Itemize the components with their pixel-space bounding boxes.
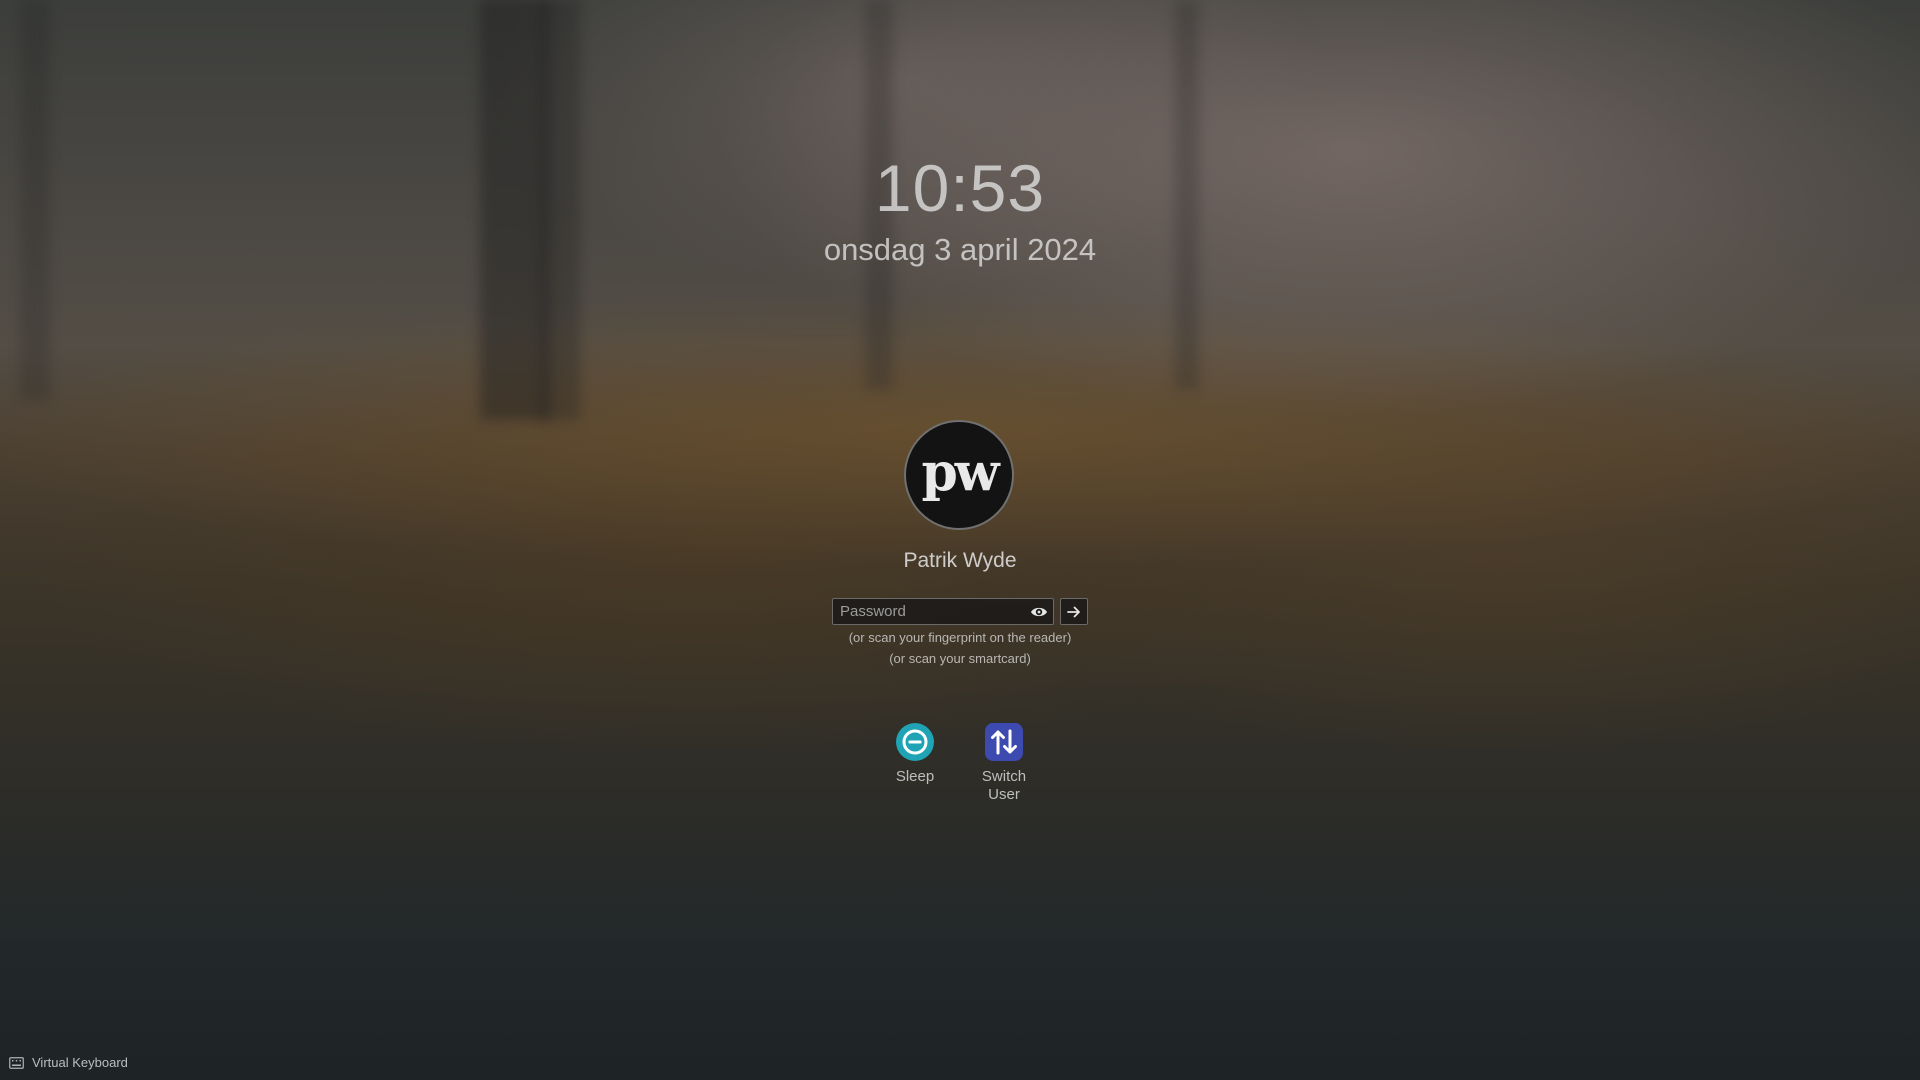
lock-screen: 10:53 onsdag 3 april 2024 pw Patrik Wyde…	[0, 0, 1920, 1080]
switch-user-label-line2: User	[988, 786, 1020, 803]
smartcard-hint: (or scan your smartcard)	[889, 651, 1031, 666]
switch-user-icon	[985, 723, 1023, 761]
virtual-keyboard-button[interactable]: Virtual Keyboard	[9, 1055, 128, 1071]
switch-user-label-line1: Switch	[981, 768, 1027, 785]
switch-user-label: Switch User	[959, 768, 1049, 804]
sleep-label: Sleep	[895, 768, 935, 785]
user-avatar[interactable]: pw	[904, 420, 1014, 530]
avatar-initials: pw	[921, 442, 999, 503]
clock-date: onsdag 3 april 2024	[823, 232, 1097, 267]
password-field[interactable]	[832, 598, 1054, 625]
fingerprint-hint: (or scan your fingerprint on the reader)	[848, 630, 1072, 645]
password-input[interactable]	[833, 599, 1023, 624]
switch-user-button[interactable]: Switch User	[959, 722, 1049, 804]
keyboard-icon	[9, 1057, 24, 1069]
login-submit-button[interactable]	[1060, 598, 1088, 625]
sleep-icon	[896, 723, 934, 761]
sleep-button[interactable]: Sleep	[870, 722, 960, 786]
arrow-right-icon	[1067, 606, 1080, 617]
clock-time: 10:53	[874, 151, 1046, 225]
virtual-keyboard-label: Virtual Keyboard	[32, 1055, 128, 1070]
user-name: Patrik Wyde	[903, 549, 1017, 572]
show-password-icon[interactable]	[1030, 603, 1048, 621]
